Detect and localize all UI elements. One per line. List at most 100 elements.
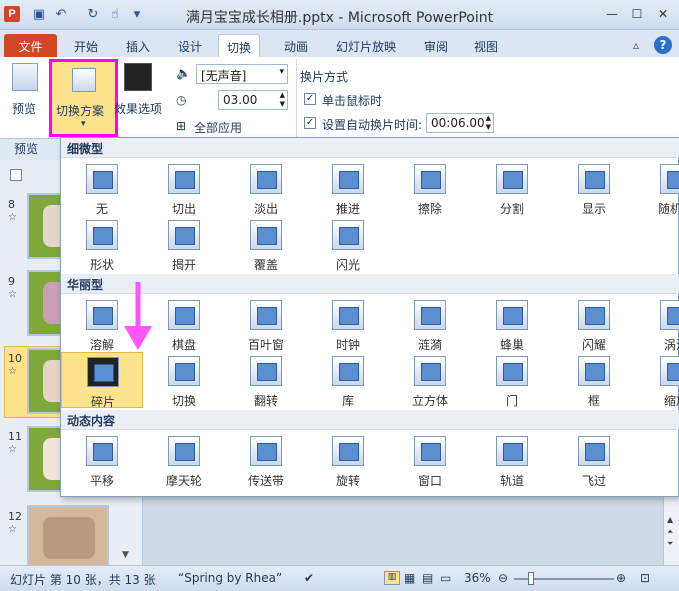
- transition-item[interactable]: 涡流: [635, 296, 679, 352]
- transition-item[interactable]: 门: [471, 352, 553, 408]
- transition-item[interactable]: 窗口: [389, 432, 471, 488]
- transition-none-icon: [86, 164, 118, 194]
- transition-item[interactable]: 无: [61, 160, 143, 216]
- close-button[interactable]: ✕: [651, 5, 675, 23]
- minimize-button[interactable]: —: [600, 5, 624, 23]
- vertical-scrollbar[interactable]: ▲ ⏶ ⏷: [663, 497, 679, 565]
- tab-view[interactable]: 视图: [466, 34, 506, 58]
- transition-cover-icon: [250, 220, 282, 250]
- transition-item[interactable]: 形状: [61, 216, 143, 272]
- transition-item[interactable]: 显示: [553, 160, 635, 216]
- spinner-arrows-icon[interactable]: ▲ ▼: [486, 114, 491, 132]
- preview-icon[interactable]: [12, 63, 38, 91]
- slide-number: 9: [8, 275, 15, 288]
- transition-flip-icon: [250, 356, 282, 386]
- transition-glitter-icon: [578, 300, 610, 330]
- tab-review[interactable]: 审阅: [416, 34, 456, 58]
- slide-sorter-icon[interactable]: ▦: [404, 571, 415, 585]
- tab-home[interactable]: 开始: [66, 34, 106, 58]
- transition-item[interactable]: 随机线: [635, 160, 679, 216]
- transition-item[interactable]: 蜂巢: [471, 296, 553, 352]
- slide-transition-star-icon: ☆: [8, 212, 17, 223]
- next-slide-icon[interactable]: ⏷: [667, 539, 673, 549]
- zoom-slider-thumb[interactable]: [528, 572, 534, 585]
- zoom-out-icon[interactable]: ⊖: [498, 571, 508, 585]
- transition-item[interactable]: 库: [307, 352, 389, 408]
- zoom-in-icon[interactable]: ⊕: [616, 571, 626, 585]
- auto-advance-time-spinner[interactable]: 00:06.00 ▲ ▼: [426, 113, 494, 133]
- transition-item[interactable]: 缩放: [635, 352, 679, 408]
- spinner-arrows-icon[interactable]: ▲ ▼: [280, 91, 285, 109]
- transition-item[interactable]: 覆盖: [225, 216, 307, 272]
- transition-scheme-button[interactable]: 切换方案 ▾: [49, 59, 118, 137]
- slideshow-view-icon[interactable]: ▭: [440, 571, 451, 585]
- transition-window-icon: [414, 436, 446, 466]
- panel-option-icon[interactable]: [10, 169, 22, 181]
- transition-item[interactable]: 轨道: [471, 432, 553, 488]
- transition-item[interactable]: 框: [553, 352, 635, 408]
- ribbon: 预览 切换方案 ▾ 效果选项 🔈 [无声音] ▾ ◷ 03.00 ▲ ▼ ⊞ 全部…: [0, 57, 679, 139]
- category-subtle-header: 细微型: [61, 138, 679, 158]
- tab-file[interactable]: 文件: [4, 34, 57, 58]
- tab-slideshow[interactable]: 幻灯片放映: [328, 34, 404, 58]
- transition-item-selected[interactable]: 碎片: [61, 352, 143, 409]
- duration-spinner[interactable]: 03.00 ▲ ▼: [218, 90, 288, 110]
- transition-cube-icon: [414, 356, 446, 386]
- transition-item[interactable]: 涟漪: [389, 296, 471, 352]
- transition-reveal-icon: [578, 164, 610, 194]
- transition-conveyor-icon: [250, 436, 282, 466]
- previous-slide-icon[interactable]: ⏶: [667, 527, 673, 537]
- sound-icon: 🔈: [176, 66, 191, 80]
- tab-design[interactable]: 设计: [170, 34, 210, 58]
- transition-scheme-icon: [72, 68, 96, 92]
- spell-check-icon[interactable]: ✔: [304, 571, 314, 585]
- transition-item[interactable]: 旋转: [307, 432, 389, 488]
- transition-item[interactable]: 淡出: [225, 160, 307, 216]
- advance-slide-title: 换片方式: [300, 70, 349, 84]
- tab-animations[interactable]: 动画: [276, 34, 316, 58]
- on-click-checkbox[interactable]: ✓: [304, 93, 316, 105]
- transition-item[interactable]: 分割: [471, 160, 553, 216]
- maximize-button[interactable]: ☐: [625, 5, 649, 23]
- reading-view-icon[interactable]: ▤: [422, 571, 433, 585]
- transition-item[interactable]: 立方体: [389, 352, 471, 408]
- fit-to-window-icon[interactable]: ⊡: [640, 571, 650, 585]
- transition-checkerboard-icon: [168, 300, 200, 330]
- scroll-up-arrow-icon[interactable]: ▲: [667, 515, 673, 524]
- transition-item[interactable]: 切出: [143, 160, 225, 216]
- transition-item[interactable]: 切换: [143, 352, 225, 408]
- tab-insert[interactable]: 插入: [118, 34, 158, 58]
- transition-item[interactable]: 闪耀: [553, 296, 635, 352]
- transition-item[interactable]: 推进: [307, 160, 389, 216]
- transition-honeycomb-icon: [496, 300, 528, 330]
- transition-item[interactable]: 摩天轮: [143, 432, 225, 488]
- scroll-down-arrow-icon[interactable]: ▼: [122, 550, 129, 560]
- preview-button-label[interactable]: 预览: [12, 100, 36, 117]
- transition-item[interactable]: 平移: [61, 432, 143, 488]
- effect-options-label[interactable]: 效果选项: [114, 100, 162, 117]
- apply-all-button[interactable]: 全部应用: [194, 119, 242, 136]
- transition-fade-icon: [250, 164, 282, 194]
- transition-item[interactable]: 时钟: [307, 296, 389, 352]
- help-icon[interactable]: ?: [654, 36, 672, 54]
- slide-canvas[interactable]: [143, 497, 663, 565]
- collapse-ribbon-icon[interactable]: ▵: [633, 38, 639, 52]
- auto-advance-checkbox[interactable]: ✓: [304, 117, 316, 129]
- transition-item[interactable]: 揭开: [143, 216, 225, 272]
- transition-split-icon: [496, 164, 528, 194]
- slide-thumbnail[interactable]: [27, 505, 109, 571]
- normal-view-icon[interactable]: ▥: [384, 571, 400, 585]
- effect-options-icon[interactable]: [124, 63, 152, 91]
- window-title: 满月宝宝成长相册.pptx - Microsoft PowerPoint: [185, 10, 494, 26]
- zoom-level[interactable]: 36%: [464, 571, 491, 585]
- transition-random-bars-icon: [660, 164, 679, 194]
- transition-item[interactable]: 飞过: [553, 432, 635, 488]
- tab-transitions[interactable]: 切换: [218, 34, 261, 58]
- transition-item[interactable]: 闪光: [307, 216, 389, 272]
- slide-transition-star-icon: ☆: [8, 524, 17, 535]
- transition-item[interactable]: 传送带: [225, 432, 307, 488]
- transition-item[interactable]: 翻转: [225, 352, 307, 408]
- transition-item[interactable]: 擦除: [389, 160, 471, 216]
- sound-dropdown[interactable]: [无声音] ▾: [196, 64, 288, 84]
- transition-item[interactable]: 百叶窗: [225, 296, 307, 352]
